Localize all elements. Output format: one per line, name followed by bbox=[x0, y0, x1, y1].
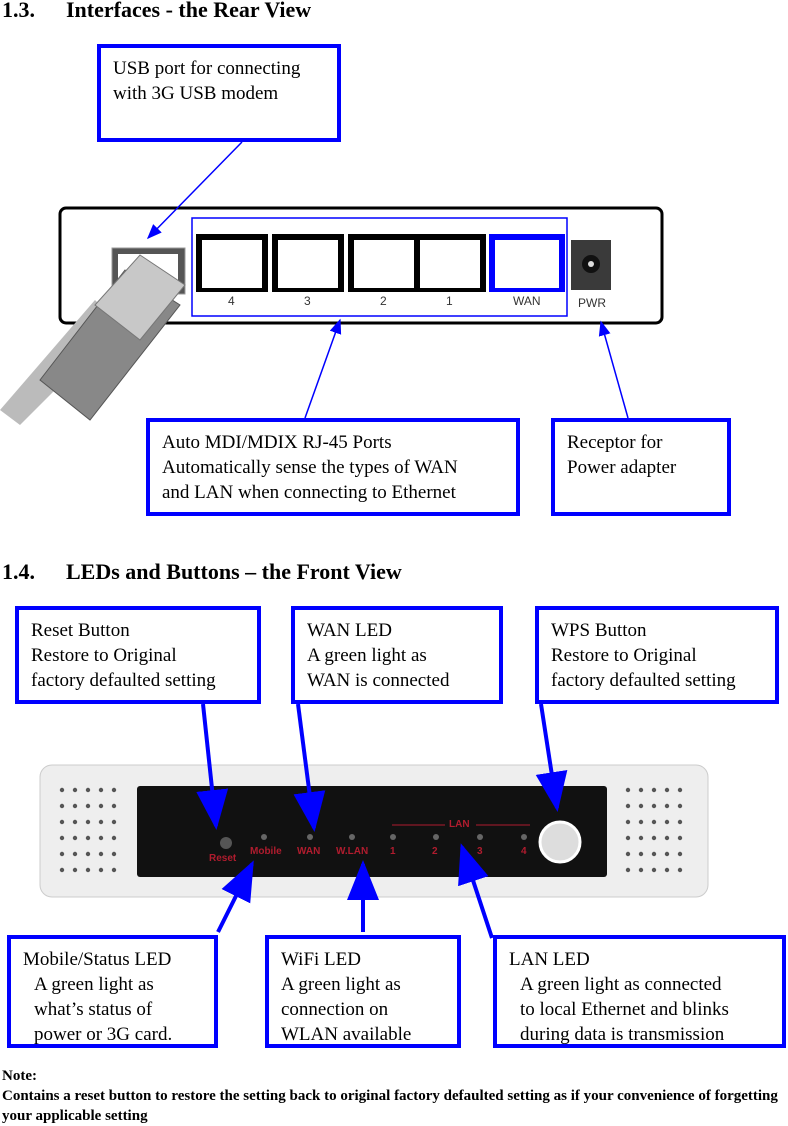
callout-line: Reset Button bbox=[31, 620, 130, 641]
wan-led-callout: WAN LED A green light as WAN is connected bbox=[291, 606, 503, 704]
callout-line: WAN LED bbox=[307, 620, 392, 641]
callout-line: to local Ethernet and blinks bbox=[520, 999, 729, 1020]
callout-line: factory defaulted setting bbox=[551, 670, 736, 691]
callout-line: and LAN when connecting to Ethernet bbox=[162, 482, 456, 503]
led bbox=[307, 834, 313, 840]
port-label: 1 bbox=[446, 294, 453, 308]
callout-line: Mobile/Status LED bbox=[23, 949, 172, 970]
section-number: 1.4. bbox=[2, 559, 35, 584]
led bbox=[521, 834, 527, 840]
callout-line: A green light as bbox=[281, 974, 401, 995]
note-title: Note: bbox=[2, 1068, 37, 1084]
led bbox=[433, 834, 439, 840]
wan-label: WAN bbox=[297, 846, 321, 857]
callout-line: WPS Button bbox=[551, 620, 647, 641]
callout-line: USB port for connecting bbox=[113, 58, 301, 79]
lan-port-label: 3 bbox=[477, 846, 483, 857]
callout-line: WLAN available bbox=[281, 1024, 412, 1045]
callout-line: Receptor for bbox=[567, 432, 663, 453]
lan-port-label: 2 bbox=[432, 846, 438, 857]
port-label: WAN bbox=[513, 294, 541, 308]
led bbox=[349, 834, 355, 840]
wps-callout: WPS Button Restore to Original factory def… bbox=[535, 606, 779, 704]
section-title: LEDs and Buttons – the Front View bbox=[66, 559, 402, 584]
lan-label: LAN bbox=[449, 819, 470, 830]
mobile-led-callout: Mobile/Status LED A green light as what’s … bbox=[7, 935, 218, 1048]
callout-line: Restore to Original bbox=[551, 645, 697, 666]
callout-line: what’s status of bbox=[34, 999, 153, 1020]
callout-line: WiFi LED bbox=[281, 949, 361, 970]
document-page: 1.3. Interfaces - the Rear View PWR Reset… bbox=[0, 0, 788, 1126]
port-label: 2 bbox=[380, 294, 387, 308]
callout-line: connection on bbox=[281, 999, 389, 1020]
wifi-led-callout: WiFi LED A green light as connection on WLA… bbox=[265, 935, 461, 1048]
callout-line: A green light as bbox=[34, 974, 154, 995]
callout-line: power or 3G card. bbox=[34, 1024, 173, 1045]
callout-line: factory defaulted setting bbox=[31, 670, 216, 691]
callout-line: Restore to Original bbox=[31, 645, 177, 666]
ports-callout: Auto MDI/MDIX RJ-45 Ports Automatically s… bbox=[146, 418, 520, 516]
power-label: PWR bbox=[578, 296, 606, 310]
callout-line: Power adapter bbox=[567, 457, 677, 478]
callout-line: Auto MDI/MDIX RJ-45 Ports bbox=[162, 432, 392, 453]
wps-button bbox=[538, 820, 582, 864]
lan-port-label: 1 bbox=[390, 846, 396, 857]
lan-led-callout: LAN LED A green light as connected to loca… bbox=[493, 935, 786, 1048]
section-heading-front: 1.4. LEDs and Buttons – the Front View bbox=[2, 559, 402, 585]
lan-port-label: 4 bbox=[521, 846, 527, 857]
led bbox=[477, 834, 483, 840]
note-text: Contains a reset button to restore the s… bbox=[2, 1088, 778, 1124]
note: Note: Contains a reset button to restore… bbox=[2, 1066, 782, 1126]
callout-line: A green light as bbox=[307, 645, 427, 666]
front-panel bbox=[137, 786, 607, 877]
power-callout: Receptor for Power adapter bbox=[551, 418, 731, 516]
mobile-label: Mobile bbox=[250, 846, 282, 857]
callout-line: Automatically sense the types of WAN bbox=[162, 457, 458, 478]
reset-button bbox=[220, 837, 232, 849]
callout-line: during data is transmission bbox=[520, 1024, 725, 1045]
led bbox=[261, 834, 267, 840]
callout-line: LAN LED bbox=[509, 949, 590, 970]
port-label: 4 bbox=[228, 294, 235, 308]
callout-line: with 3G USB modem bbox=[113, 83, 279, 104]
callout-line: A green light as connected bbox=[520, 974, 722, 995]
port-label: 3 bbox=[304, 294, 311, 308]
wlan-label: W.LAN bbox=[336, 846, 369, 857]
reset-label: Reset bbox=[209, 853, 237, 864]
reset-callout: Reset Button Restore to Original factory d… bbox=[15, 606, 261, 704]
led bbox=[390, 834, 396, 840]
callout-line: WAN is connected bbox=[307, 670, 450, 691]
usb-callout: USB port for connecting with 3G USB modem bbox=[97, 44, 341, 142]
